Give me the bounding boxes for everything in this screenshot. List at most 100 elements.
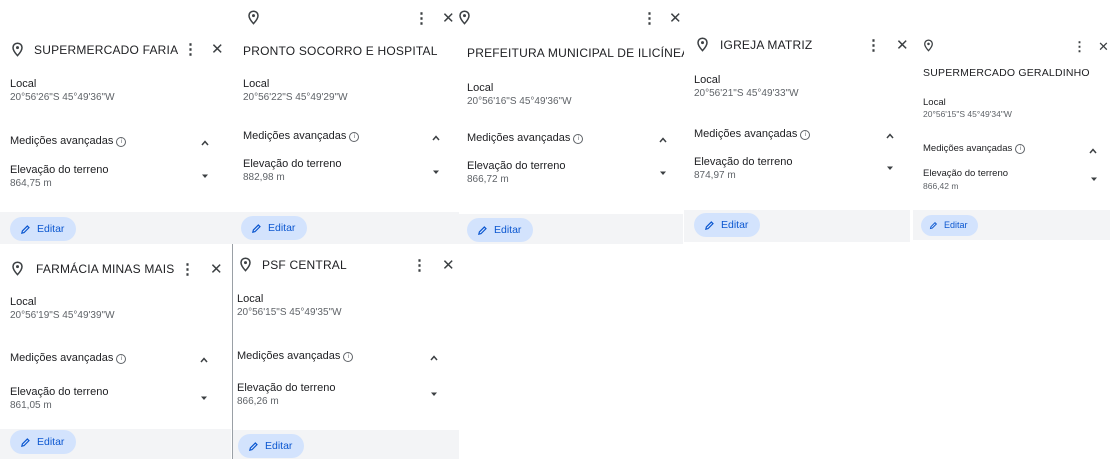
- place-title: FARMÁCIA MINAS MAIS: [36, 262, 175, 276]
- advanced-measurements-header[interactable]: Medições avançadas i: [459, 122, 683, 156]
- location-section: Local 20°56'15"S 45°49'34"W: [913, 84, 1110, 136]
- more-vert-icon[interactable]: ⋮: [414, 11, 429, 26]
- place-card-farmacia-minas-mais: FARMÁCIA MINAS MAIS ⋮ ✕ Local 20°56'19"S…: [0, 244, 231, 459]
- info-icon[interactable]: i: [349, 132, 360, 142]
- elevation-label: Elevação do terreno: [10, 386, 109, 398]
- close-icon[interactable]: ✕: [442, 258, 455, 273]
- close-icon[interactable]: ✕: [896, 38, 909, 53]
- location-section: Local 20°56'22"S 45°49'29"W: [233, 64, 459, 118]
- elevation-label: Elevação do terreno: [237, 382, 336, 394]
- coordinates-value: 20°56'26"S 45°49'36"W: [10, 92, 115, 103]
- local-label: Local: [694, 74, 721, 86]
- chevron-up-icon[interactable]: [659, 136, 667, 144]
- dropdown-arrow-icon[interactable]: [201, 172, 209, 180]
- elevation-row[interactable]: Elevação do terreno 866,72 m: [459, 156, 683, 198]
- edit-button[interactable]: Editar: [10, 430, 77, 454]
- close-icon[interactable]: ✕: [211, 42, 224, 57]
- pencil-icon: [21, 437, 30, 447]
- info-icon[interactable]: i: [116, 354, 127, 364]
- edit-button[interactable]: Editar: [241, 216, 308, 240]
- elevation-label: Elevação do terreno: [10, 164, 109, 176]
- pencil-icon: [478, 225, 487, 235]
- chevron-up-icon[interactable]: [430, 354, 438, 362]
- elevation-value: 866,26 m: [237, 396, 279, 407]
- edit-button[interactable]: Editar: [921, 215, 978, 236]
- dropdown-arrow-icon[interactable]: [430, 390, 438, 398]
- edit-button[interactable]: Editar: [467, 218, 534, 242]
- elevation-label: Elevação do terreno: [467, 160, 566, 172]
- close-icon[interactable]: ✕: [1098, 39, 1109, 54]
- coordinates-value: 20°56'15"S 45°49'35"W: [237, 307, 342, 318]
- elevation-row[interactable]: Elevação do terreno 874,97 m: [684, 150, 910, 192]
- place-card-psf-central: PSF CENTRAL ⋮ ✕ Local 20°56'15"S 45°49'3…: [233, 244, 459, 459]
- advanced-measurements-header[interactable]: Medições avançadas i: [684, 118, 910, 150]
- card-footer: Editar: [233, 212, 459, 244]
- advanced-measurements-header[interactable]: Medições avançadas i: [913, 136, 1110, 162]
- chevron-up-icon[interactable]: [886, 132, 894, 140]
- edit-label: Editar: [265, 440, 293, 452]
- card-header: IGREJA MATRIZ ⋮ ✕: [684, 28, 910, 60]
- dropdown-arrow-icon[interactable]: [886, 164, 894, 172]
- info-icon[interactable]: i: [343, 352, 354, 362]
- title-row: SUPERMERCADO GERALDINHO: [913, 62, 1110, 84]
- more-vert-icon[interactable]: ⋮: [1073, 39, 1086, 54]
- place-card-supermercado-geraldinho: ⋮ ✕ SUPERMERCADO GERALDINHO Local 20°56'…: [913, 30, 1110, 244]
- card-header: SUPERMERCADO FARIA ⋮ ✕: [0, 30, 233, 64]
- elevation-row[interactable]: Elevação do terreno 861,05 m: [0, 380, 231, 424]
- advanced-measurements-label: Medições avançadas i: [237, 350, 354, 362]
- advanced-measurements-label: Medições avançadas i: [923, 143, 1026, 154]
- more-vert-icon[interactable]: ⋮: [642, 11, 657, 26]
- location-section: Local 20°56'15"S 45°49'35"W: [233, 284, 459, 332]
- elevation-row[interactable]: Elevação do terreno 866,26 m: [233, 372, 459, 416]
- place-title: SUPERMERCADO FARIA: [34, 43, 179, 57]
- elevation-value: 882,98 m: [243, 172, 285, 183]
- chevron-up-icon[interactable]: [432, 134, 440, 142]
- close-icon[interactable]: ✕: [210, 262, 223, 277]
- advanced-measurements-header[interactable]: Medições avançadas i: [0, 122, 233, 158]
- dropdown-arrow-icon[interactable]: [432, 168, 440, 176]
- advanced-measurements-header[interactable]: Medições avançadas i: [233, 332, 459, 372]
- edit-label: Editar: [37, 436, 65, 448]
- close-icon[interactable]: ✕: [669, 11, 682, 26]
- more-vert-icon[interactable]: ⋮: [183, 42, 198, 57]
- close-icon[interactable]: ✕: [442, 11, 455, 26]
- edit-button[interactable]: Editar: [238, 434, 305, 458]
- edit-label: Editar: [37, 223, 65, 235]
- more-vert-icon[interactable]: ⋮: [180, 262, 195, 277]
- info-icon[interactable]: i: [800, 130, 811, 140]
- edit-label: Editar: [721, 219, 749, 231]
- dropdown-arrow-icon[interactable]: [200, 394, 208, 402]
- dropdown-arrow-icon[interactable]: [1090, 175, 1098, 183]
- more-vert-icon[interactable]: ⋮: [412, 258, 427, 273]
- location-section: Local 20°56'19"S 45°49'39"W: [0, 290, 231, 346]
- elevation-row[interactable]: Elevação do terreno 866,42 m: [913, 162, 1110, 202]
- pencil-icon: [249, 441, 258, 451]
- info-icon[interactable]: i: [1015, 144, 1026, 154]
- place-card-supermercado-faria: SUPERMERCADO FARIA ⋮ ✕ Local 20°56'26"S …: [0, 30, 233, 244]
- title-row: PREFEITURA MUNICIPAL DE ILICÍNEA: [459, 34, 689, 68]
- advanced-measurements-header[interactable]: Medições avançadas i: [0, 346, 231, 380]
- map-pin-icon: [924, 39, 933, 52]
- elevation-row[interactable]: Elevação do terreno 882,98 m: [233, 154, 459, 196]
- map-pin-icon: [240, 257, 251, 272]
- more-vert-icon[interactable]: ⋮: [866, 38, 881, 53]
- elevation-row[interactable]: Elevação do terreno 864,75 m: [0, 158, 233, 200]
- elevation-label: Elevação do terreno: [243, 158, 342, 170]
- edit-label: Editar: [494, 224, 522, 236]
- card-footer: Editar: [684, 210, 910, 242]
- chevron-up-icon[interactable]: [200, 356, 208, 364]
- edit-button[interactable]: Editar: [10, 217, 77, 241]
- info-icon[interactable]: i: [573, 134, 584, 144]
- local-label: Local: [10, 296, 37, 308]
- place-card-pronto-socorro: ⋮ ✕ PRONTO SOCORRO E HOSPITAL Local 20°5…: [233, 0, 459, 244]
- card-header: PSF CENTRAL ⋮ ✕: [233, 244, 459, 284]
- advanced-measurements-header[interactable]: Medições avançadas i: [233, 118, 459, 154]
- edit-button[interactable]: Editar: [694, 213, 761, 237]
- place-title: IGREJA MATRIZ: [720, 38, 813, 52]
- chevron-up-icon[interactable]: [1089, 147, 1097, 155]
- dropdown-arrow-icon[interactable]: [659, 169, 667, 177]
- info-icon[interactable]: i: [116, 137, 127, 147]
- place-card-prefeitura: ⋮ ✕ PREFEITURA MUNICIPAL DE ILICÍNEA Loc…: [459, 0, 689, 244]
- chevron-up-icon[interactable]: [201, 139, 209, 147]
- place-title: PREFEITURA MUNICIPAL DE ILICÍNEA: [467, 46, 690, 60]
